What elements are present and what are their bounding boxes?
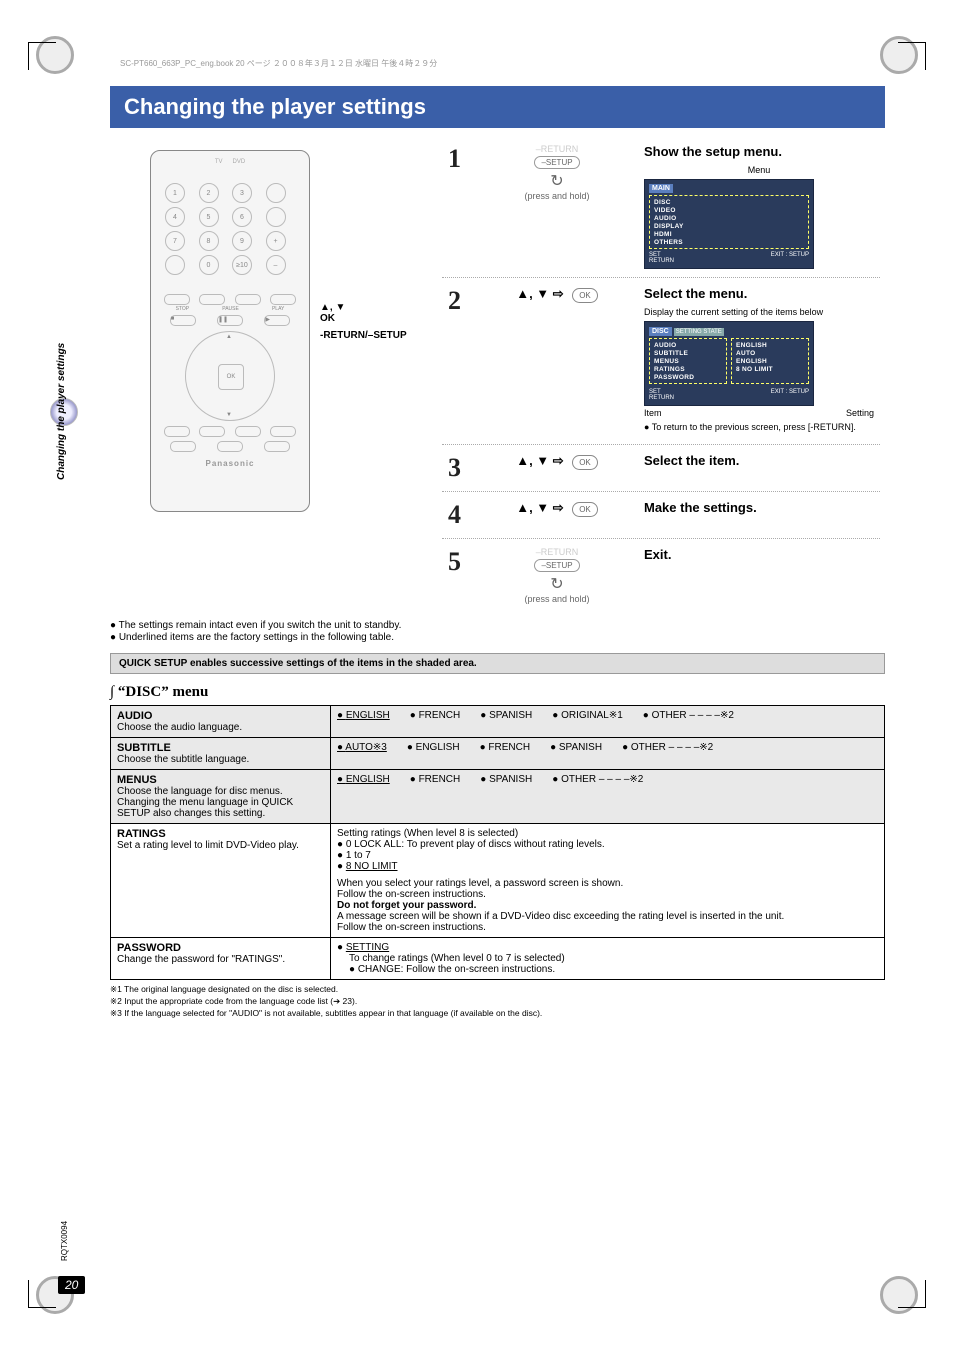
step-5: 5 –RETURN –SETUP ↻ (press and hold) Exit… bbox=[442, 539, 880, 612]
remote-brand: Panasonic bbox=[159, 459, 301, 468]
remote-illustration: TV DVD 123 456 789+ 0≥10– STOPPAUSEPLAY … bbox=[150, 150, 310, 512]
step-3-title: Select the item. bbox=[644, 453, 874, 468]
ok-button-illustration: OK bbox=[218, 364, 244, 390]
step-4-title: Make the settings. bbox=[644, 500, 874, 515]
step-5-title: Exit. bbox=[644, 547, 874, 562]
setup-button-icon: –SETUP bbox=[534, 156, 579, 169]
page-title: Changing the player settings bbox=[110, 86, 885, 128]
step-2-title: Select the menu. bbox=[644, 286, 874, 301]
nav-pad: ▲ ▼ OK bbox=[185, 331, 275, 421]
step-1-title: Show the setup menu. bbox=[644, 144, 874, 159]
general-notes: ● The settings remain intact even if you… bbox=[110, 620, 885, 643]
crop-mark-tl bbox=[28, 42, 56, 70]
step-3: 3 ▲, ▼ ⇨ OK Select the item. bbox=[442, 445, 880, 492]
table-row: MENUS Choose the language for disc menus… bbox=[111, 770, 885, 824]
step-4: 4 ▲, ▼ ⇨ OK Make the settings. bbox=[442, 492, 880, 539]
page-number: 20 bbox=[58, 1276, 85, 1294]
table-row: PASSWORD Change the password for "RATING… bbox=[111, 938, 885, 980]
quick-setup-note: QUICK SETUP enables successive settings … bbox=[110, 653, 885, 674]
table-row: SUBTITLE Choose the subtitle language. A… bbox=[111, 738, 885, 770]
source-file-info: SC-PT660_663P_PC_eng.book 20 ページ ２００８年３月… bbox=[120, 58, 437, 69]
disc-menu-heading: ∫ “DISC” menu bbox=[110, 684, 885, 701]
osd-main-menu: MAIN DISC VIDEO AUDIO DISPLAY HDMI OTHER… bbox=[644, 179, 814, 269]
remote-callouts: ▲, ▼ OK -RETURN/–SETUP bbox=[320, 302, 407, 347]
table-row: RATINGS Set a rating level to limit DVD-… bbox=[111, 824, 885, 938]
step-1: 1 –RETURN –SETUP ↻ (press and hold) Show… bbox=[442, 136, 880, 278]
footnotes: ※1 The original language designated on t… bbox=[110, 984, 885, 1019]
crop-mark-tr bbox=[898, 42, 926, 70]
doc-code: RQTX0094 bbox=[60, 1221, 69, 1261]
ok-button-icon: OK bbox=[572, 288, 598, 303]
table-row: AUDIO Choose the audio language. ENGLISH… bbox=[111, 706, 885, 738]
crop-mark-br bbox=[898, 1280, 926, 1308]
osd-disc-menu: DISC SETTING STATE AUDIO SUBTITLE MENUS … bbox=[644, 321, 814, 406]
steps-panel: 1 –RETURN –SETUP ↻ (press and hold) Show… bbox=[442, 136, 880, 612]
crop-mark-bl bbox=[28, 1280, 56, 1308]
section-tab: Changing the player settings bbox=[56, 343, 67, 480]
settings-table: AUDIO Choose the audio language. ENGLISH… bbox=[110, 705, 885, 980]
step-2: 2 ▲, ▼ ⇨ OK Select the menu. Display the… bbox=[442, 278, 880, 445]
